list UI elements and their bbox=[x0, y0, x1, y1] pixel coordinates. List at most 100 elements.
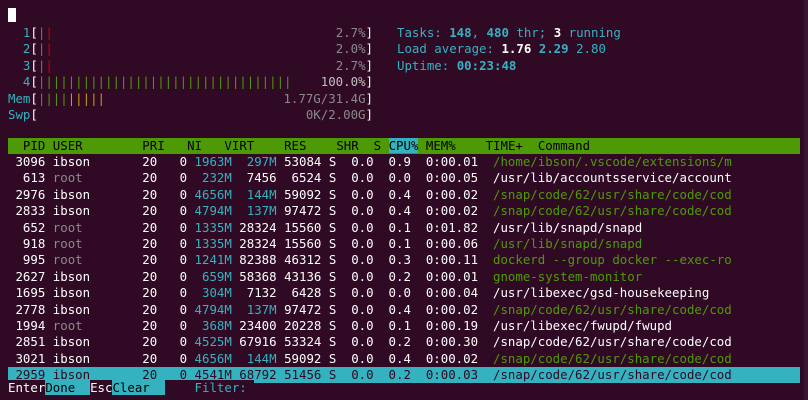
footer-key[interactable]: Esc bbox=[90, 380, 113, 395]
footer-label: Done bbox=[45, 380, 91, 395]
pid: 2627 bbox=[8, 268, 46, 284]
meter-value-text: 100.0% bbox=[320, 74, 366, 90]
column-header-time-[interactable]: TIME+ bbox=[463, 138, 530, 153]
column-header-ni[interactable]: NI bbox=[172, 138, 202, 153]
meter-bracket-close: ] bbox=[365, 25, 373, 40]
user: ibson bbox=[52, 203, 120, 219]
pid: 3021 bbox=[8, 350, 46, 366]
column-header-res[interactable]: RES bbox=[262, 138, 306, 153]
process-row[interactable]: 3021 ibson 20 0 4656M 144M 59092 S 0.0 0… bbox=[8, 351, 800, 367]
meter-bracket-open: [ bbox=[30, 57, 38, 73]
mem-percent: 0.9 bbox=[373, 154, 411, 169]
column-header-cpu-[interactable]: CPU% bbox=[388, 138, 419, 153]
user: ibson bbox=[52, 154, 120, 169]
pid: 3096 bbox=[8, 154, 46, 169]
column-header-command[interactable]: Command bbox=[538, 138, 590, 153]
process-row[interactable]: 918 root 20 0 1335M 28324 15560 S 0.0 0.… bbox=[8, 236, 800, 252]
meter-bracket-open: [ bbox=[30, 25, 38, 40]
meter-label: Mem bbox=[8, 90, 31, 106]
process-row[interactable]: 2778 ibson 20 0 4794M 137M 97472 S 0.0 0… bbox=[8, 302, 800, 318]
time: 0:00.01 bbox=[410, 154, 479, 169]
column-header-user[interactable]: USER bbox=[53, 138, 120, 153]
meter-bar-segment: |||||||||||||||||||||||||||||||||| bbox=[37, 74, 292, 90]
meter-value-text: 1.77G/31.4G bbox=[283, 90, 366, 106]
shr: 53324 bbox=[276, 334, 322, 350]
cpu-percent: 0.0 bbox=[336, 154, 374, 169]
cpu-percent: 0.0 bbox=[336, 235, 374, 251]
time: 0:00.01 bbox=[410, 268, 479, 284]
load-15min: 2.80 bbox=[576, 41, 606, 57]
virt: 1963M bbox=[187, 154, 232, 169]
user: root bbox=[52, 317, 120, 333]
shr: 97472 bbox=[276, 203, 322, 219]
column-header-s[interactable]: S bbox=[366, 138, 381, 153]
process-row[interactable]: 2851 ibson 20 0 4525M 67916 53324 S 0.0 … bbox=[8, 334, 800, 350]
res: 58368 bbox=[231, 268, 277, 284]
nice: 0 bbox=[157, 154, 188, 169]
state: S bbox=[321, 301, 337, 317]
command: /snap/code/62/usr/share/code/cod bbox=[492, 203, 732, 219]
meter-value: 100.0%] bbox=[321, 74, 373, 90]
time: 0:00.02 bbox=[410, 301, 479, 317]
process-list: 3096 ibson 20 0 1963M 297M 53084 S 0.0 0… bbox=[8, 154, 800, 384]
meter-value-text: 2.0% bbox=[335, 41, 366, 57]
time: 0:00.02 bbox=[410, 203, 479, 219]
state: S bbox=[321, 334, 337, 350]
process-row[interactable]: 2627 ibson 20 0 659M 58368 43136 S 0.0 0… bbox=[8, 269, 800, 285]
priority: 20 bbox=[119, 219, 158, 235]
meter-4: 4[|||||||||||||||||||||||||||||||||| 100.… bbox=[8, 74, 373, 90]
res: 297M bbox=[231, 154, 277, 169]
shr: 53084 bbox=[276, 154, 322, 169]
pid: 1994 bbox=[8, 317, 46, 333]
meter-value-text: 2.7% bbox=[335, 57, 366, 73]
column-header-pri[interactable]: PRI bbox=[127, 138, 164, 153]
column-header-mem-[interactable]: MEM% bbox=[426, 138, 456, 153]
process-row[interactable]: 1695 ibson 20 0 304M 7132 6428 S 0.0 0.0… bbox=[8, 285, 800, 301]
footer-key[interactable] bbox=[164, 380, 188, 395]
meter-value: 1.77G/31.4G] bbox=[283, 91, 373, 107]
shr: 46312 bbox=[276, 252, 322, 268]
pid: 2851 bbox=[8, 334, 46, 350]
process-row[interactable]: 2833 ibson 20 0 4794M 137M 97472 S 0.0 0… bbox=[8, 203, 800, 219]
meter-bar-segment: ||||| bbox=[67, 90, 106, 106]
priority: 20 bbox=[119, 203, 158, 219]
mem-percent: 0.4 bbox=[373, 186, 411, 202]
time: 0:00.04 bbox=[410, 285, 479, 301]
res: 82388 bbox=[231, 252, 277, 268]
meter-value: 0K/2.00G] bbox=[306, 107, 373, 123]
mem-percent: 0.1 bbox=[373, 235, 411, 251]
shr: 6428 bbox=[276, 285, 322, 301]
user: ibson bbox=[52, 334, 120, 350]
time: 0:00.19 bbox=[410, 317, 479, 333]
nice: 0 bbox=[157, 170, 188, 186]
meter-3: 3[|| 2.7%] bbox=[8, 58, 373, 74]
command: gnome-system-monitor bbox=[492, 268, 643, 284]
process-row[interactable]: 652 root 20 0 1335M 28324 15560 S 0.0 0.… bbox=[8, 220, 800, 236]
column-header-virt[interactable]: VIRT bbox=[209, 138, 254, 153]
process-row[interactable]: 613 root 20 0 232M 7456 6524 S 0.0 0.0 0… bbox=[8, 170, 800, 186]
column-header-shr[interactable]: SHR bbox=[314, 138, 358, 153]
meter-bracket-close: ] bbox=[365, 41, 373, 57]
column-header-pid[interactable]: PID bbox=[8, 138, 45, 153]
shr: 15560 bbox=[276, 219, 322, 235]
state: S bbox=[321, 154, 337, 169]
meter-bar-segment: |||| bbox=[37, 90, 68, 106]
shr: 59092 bbox=[276, 186, 322, 202]
shr: 15560 bbox=[276, 235, 322, 251]
mem-percent: 0.3 bbox=[373, 252, 411, 268]
command: /usr/libexec/gsd-housekeeping bbox=[492, 285, 710, 301]
load-average-label: Load average: bbox=[397, 41, 502, 57]
mem-percent: 0.2 bbox=[373, 268, 411, 284]
cpu-memory-meters: 1[|| 2.7%] 2[|| 2.0%] 3[|| 2.7%] 4[||||||||… bbox=[8, 25, 373, 123]
process-row[interactable]: 2976 ibson 20 0 4656M 144M 59092 S 0.0 0… bbox=[8, 187, 800, 203]
scrollbar[interactable] bbox=[804, 0, 808, 400]
mem-percent: 0.0 bbox=[373, 285, 411, 301]
process-row[interactable]: 995 root 20 0 1241M 82388 46312 S 0.0 0.… bbox=[8, 252, 800, 268]
state: S bbox=[321, 317, 337, 333]
pid: 2976 bbox=[8, 186, 46, 202]
footer-label[interactable]: Filter: bbox=[187, 380, 255, 395]
footer-key[interactable]: Enter bbox=[8, 380, 46, 395]
meter-value: 2.0%] bbox=[336, 41, 373, 57]
process-row[interactable]: 1994 root 20 0 368M 23400 20228 S 0.0 0.… bbox=[8, 318, 800, 334]
process-row[interactable]: 3096 ibson 20 0 1963M 297M 53084 S 0.0 0… bbox=[8, 154, 800, 170]
